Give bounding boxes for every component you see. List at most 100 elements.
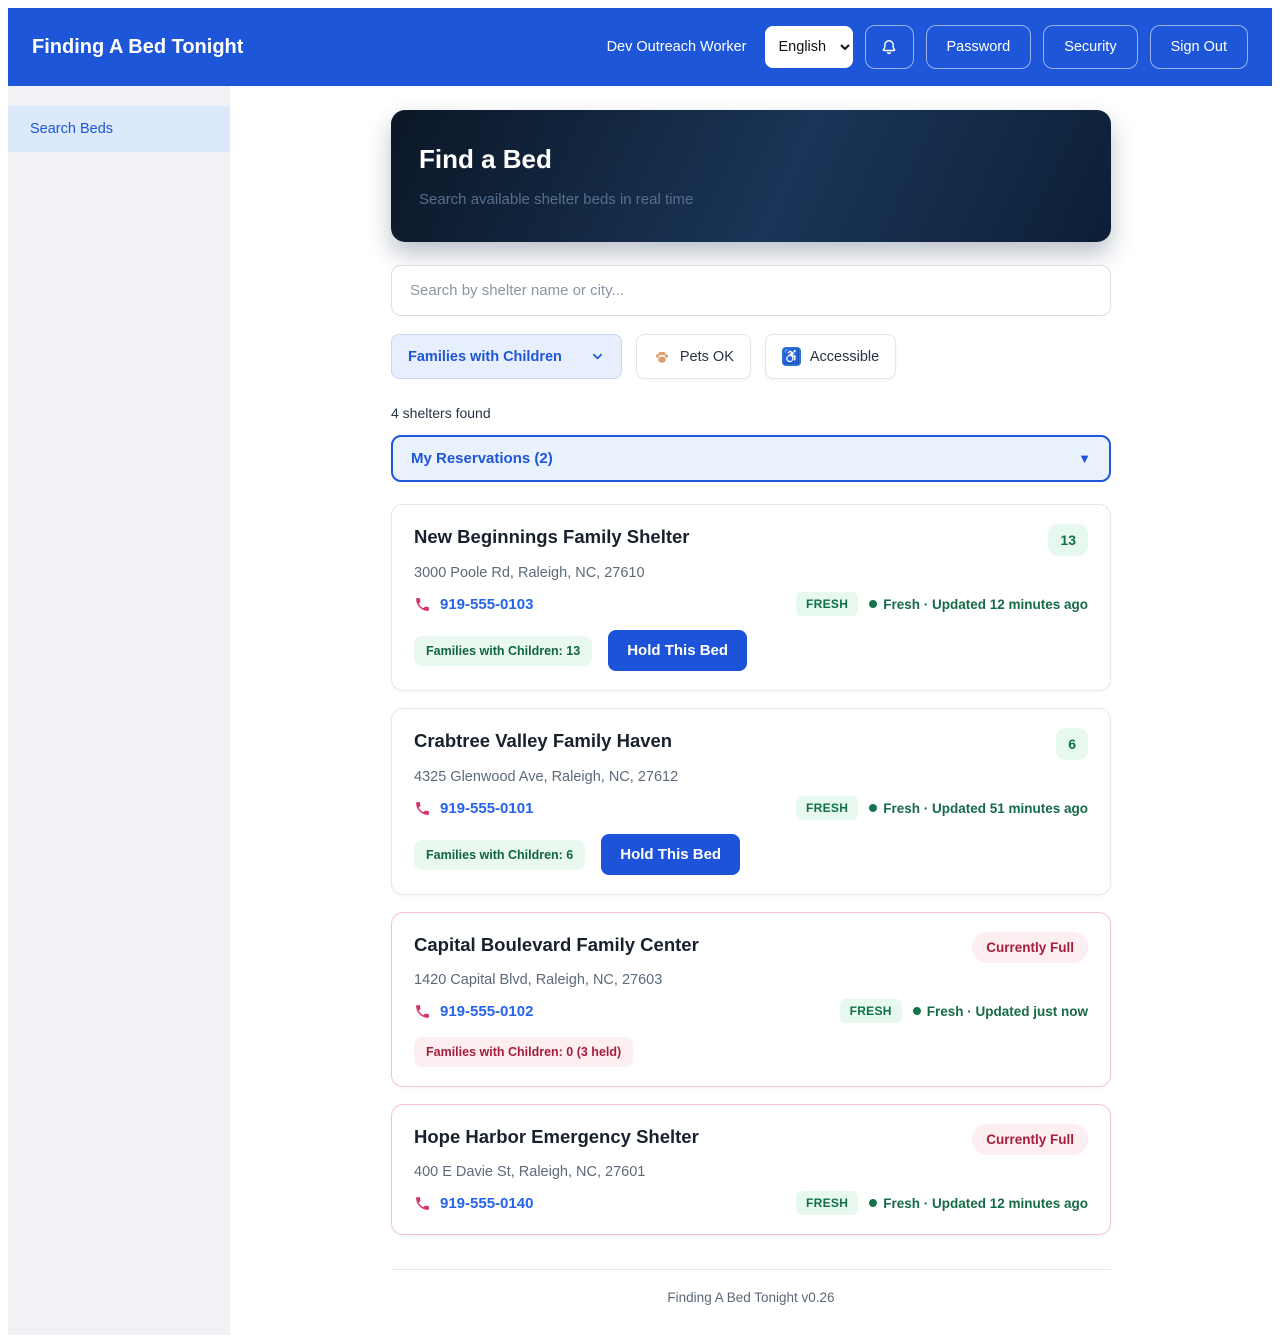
app-body: Search Beds Find a Bed Search available … (8, 86, 1272, 1335)
my-reservations-label: My Reservations (2) (411, 450, 553, 467)
phone-number: 919-555-0140 (440, 1195, 533, 1212)
fresh-text: Fresh · Updated just now (927, 1004, 1088, 1019)
phone-number: 919-555-0103 (440, 596, 533, 613)
freshness-status: Fresh · Updated 12 minutes ago (869, 1196, 1088, 1211)
population-filter-label: Families with Children (408, 349, 562, 365)
shelter-card: Capital Boulevard Family Center Currentl… (391, 912, 1111, 1087)
fresh-dot-icon (869, 1199, 877, 1207)
bell-icon (879, 37, 899, 57)
language-select[interactable]: English (765, 26, 853, 68)
app-title: Finding A Bed Tonight (32, 36, 243, 59)
fresh-dot-icon (913, 1007, 921, 1015)
availability-chip: Families with Children: 13 (414, 636, 592, 666)
card-header-row: New Beginnings Family Shelter 13 (414, 524, 1088, 556)
caret-down-icon: ▼ (1078, 451, 1091, 466)
fresh-dot-icon (869, 600, 877, 608)
freshness-wrap: FRESH Fresh · Updated 51 minutes ago (796, 796, 1088, 820)
shelter-name: Hope Harbor Emergency Shelter (414, 1126, 699, 1148)
header-actions: Dev Outreach Worker English Password Sec… (607, 25, 1248, 69)
fresh-badge: FRESH (796, 592, 858, 616)
security-button[interactable]: Security (1043, 25, 1137, 69)
phone-link[interactable]: 919-555-0140 (414, 1195, 533, 1212)
pets-ok-filter[interactable]: Pets OK (636, 334, 751, 379)
notifications-button[interactable] (865, 25, 914, 69)
search-input[interactable] (391, 265, 1111, 316)
card-actions-row: Families with Children: 6 Hold This Bed (414, 834, 1088, 875)
shelter-address: 4325 Glenwood Ave, Raleigh, NC, 27612 (414, 769, 1088, 785)
shelter-address: 3000 Poole Rd, Raleigh, NC, 27610 (414, 565, 1088, 581)
shelter-address: 400 E Davie St, Raleigh, NC, 27601 (414, 1164, 1088, 1180)
shelter-card: New Beginnings Family Shelter 13 3000 Po… (391, 504, 1111, 691)
hold-bed-button[interactable]: Hold This Bed (601, 834, 740, 875)
dog-icon (653, 348, 671, 366)
accessible-label: Accessible (810, 349, 879, 365)
content-column: Find a Bed Search available shelter beds… (391, 86, 1111, 1335)
phone-icon (414, 1003, 431, 1020)
population-filter-select[interactable]: Families with Children (391, 334, 622, 379)
freshness-wrap: FRESH Fresh · Updated 12 minutes ago (796, 1191, 1088, 1215)
password-button[interactable]: Password (926, 25, 1032, 69)
filter-row: Families with Children (391, 334, 1111, 379)
card-actions-row: Families with Children: 13 Hold This Bed (414, 630, 1088, 671)
fresh-badge: FRESH (840, 999, 902, 1023)
card-actions-row: Families with Children: 0 (3 held) (414, 1037, 1088, 1067)
card-status-row: 919-555-0102 FRESH Fresh · Updated just … (414, 999, 1088, 1023)
shelter-name: Capital Boulevard Family Center (414, 934, 699, 956)
phone-number: 919-555-0102 (440, 1003, 533, 1020)
user-role-label: Dev Outreach Worker (607, 39, 747, 55)
available-count-badge: 13 (1048, 524, 1088, 556)
freshness-wrap: FRESH Fresh · Updated 12 minutes ago (796, 592, 1088, 616)
fresh-text: Fresh · Updated 51 minutes ago (883, 801, 1088, 816)
page-subtitle: Search available shelter beds in real ti… (419, 191, 1083, 208)
hero-banner: Find a Bed Search available shelter beds… (391, 110, 1111, 242)
shelter-card: Hope Harbor Emergency Shelter Currently … (391, 1104, 1111, 1235)
freshness-status: Fresh · Updated just now (913, 1004, 1088, 1019)
freshness-wrap: FRESH Fresh · Updated just now (840, 999, 1088, 1023)
sidebar-item-search-beds[interactable]: Search Beds (8, 106, 230, 152)
availability-chip: Families with Children: 6 (414, 840, 585, 870)
card-status-row: 919-555-0103 FRESH Fresh · Updated 12 mi… (414, 592, 1088, 616)
fresh-text: Fresh · Updated 12 minutes ago (883, 1196, 1088, 1211)
phone-link[interactable]: 919-555-0103 (414, 596, 533, 613)
phone-icon (414, 596, 431, 613)
shelter-name: Crabtree Valley Family Haven (414, 730, 672, 752)
fresh-dot-icon (869, 804, 877, 812)
freshness-status: Fresh · Updated 12 minutes ago (869, 597, 1088, 612)
fresh-text: Fresh · Updated 12 minutes ago (883, 597, 1088, 612)
fresh-badge: FRESH (796, 1191, 858, 1215)
phone-link[interactable]: 919-555-0101 (414, 800, 533, 817)
hold-bed-button[interactable]: Hold This Bed (608, 630, 747, 671)
card-header-row: Hope Harbor Emergency Shelter Currently … (414, 1124, 1088, 1155)
shelter-card: Crabtree Valley Family Haven 6 4325 Glen… (391, 708, 1111, 895)
sidebar: Search Beds (8, 86, 230, 1335)
available-count-badge: 6 (1056, 728, 1088, 760)
card-header-row: Crabtree Valley Family Haven 6 (414, 728, 1088, 760)
currently-full-badge: Currently Full (972, 1124, 1088, 1155)
wheelchair-icon: ♿ (782, 347, 801, 366)
card-status-row: 919-555-0101 FRESH Fresh · Updated 51 mi… (414, 796, 1088, 820)
results-summary: 4 shelters found (391, 405, 1111, 421)
phone-link[interactable]: 919-555-0102 (414, 1003, 533, 1020)
sign-out-button[interactable]: Sign Out (1150, 25, 1248, 69)
fresh-badge: FRESH (796, 796, 858, 820)
shelter-address: 1420 Capital Blvd, Raleigh, NC, 27603 (414, 972, 1088, 988)
sidebar-item-label: Search Beds (30, 121, 113, 137)
main-content: Find a Bed Search available shelter beds… (230, 86, 1272, 1335)
app-header: Finding A Bed Tonight Dev Outreach Worke… (8, 8, 1272, 86)
page-title: Find a Bed (419, 144, 1083, 175)
pets-ok-label: Pets OK (680, 349, 734, 365)
availability-chip: Families with Children: 0 (3 held) (414, 1037, 633, 1067)
card-header-row: Capital Boulevard Family Center Currentl… (414, 932, 1088, 963)
card-status-row: 919-555-0140 FRESH Fresh · Updated 12 mi… (414, 1191, 1088, 1215)
currently-full-badge: Currently Full (972, 932, 1088, 963)
freshness-status: Fresh · Updated 51 minutes ago (869, 801, 1088, 816)
phone-icon (414, 1195, 431, 1212)
phone-number: 919-555-0101 (440, 800, 533, 817)
shelter-name: New Beginnings Family Shelter (414, 526, 690, 548)
chevron-down-icon (590, 349, 605, 364)
accessible-filter[interactable]: ♿ Accessible (765, 334, 896, 379)
phone-icon (414, 800, 431, 817)
footer: Finding A Bed Tonight v0.26 (391, 1269, 1111, 1335)
app-version-text: Finding A Bed Tonight v0.26 (667, 1290, 834, 1305)
my-reservations-toggle[interactable]: My Reservations (2) ▼ (391, 435, 1111, 482)
